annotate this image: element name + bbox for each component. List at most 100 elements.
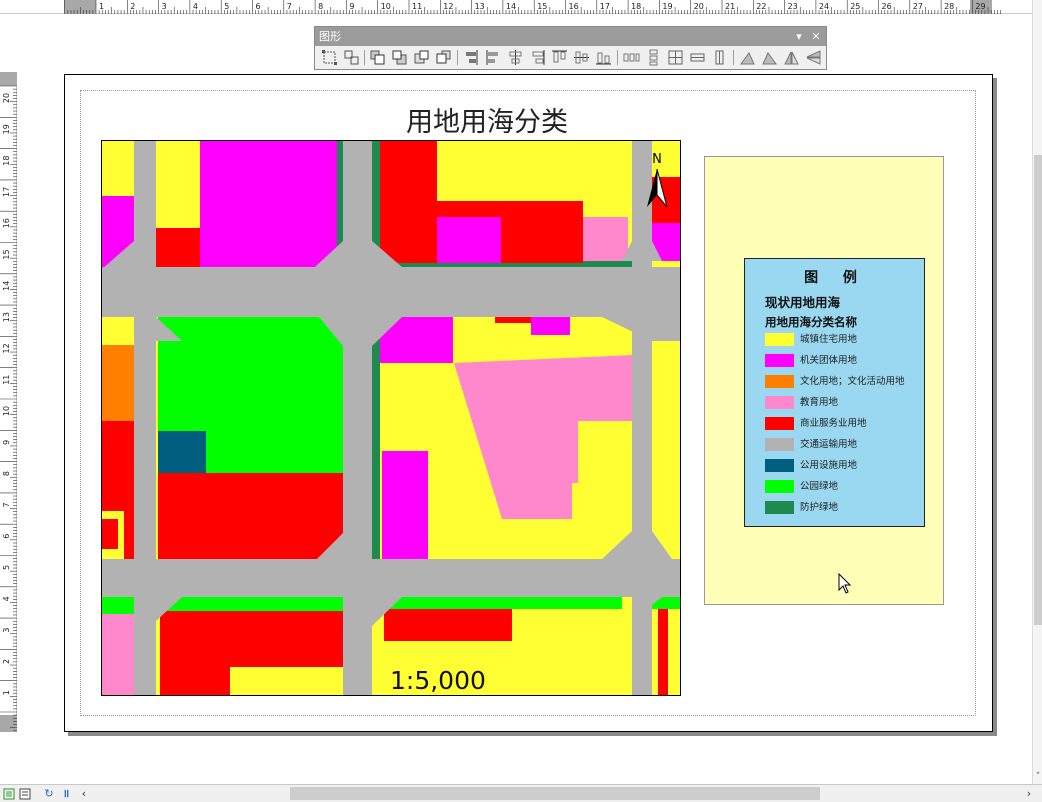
legend-item: 文化用地；文化活动用地 [765, 375, 925, 389]
vertical-scroll-thumb[interactable] [1034, 155, 1042, 625]
rotate-right-icon[interactable] [761, 49, 778, 66]
toolbar-separator [733, 50, 734, 65]
ruler-label: 3 [2, 628, 11, 633]
map-commercial-parcel [156, 228, 201, 270]
pause-icon[interactable]: ॥ [59, 787, 73, 801]
map-commercial-parcel [384, 609, 512, 641]
north-arrow[interactable]: N [645, 151, 669, 211]
legend-swatch [765, 417, 794, 430]
toolbar-title[interactable]: 图形 [315, 27, 826, 46]
map-protective-green [372, 307, 380, 577]
distribute-vertical-icon[interactable] [645, 49, 662, 66]
ruler-label: 27 [913, 2, 923, 11]
scroll-right-icon[interactable]: › [1022, 787, 1036, 801]
ruler-label: 14 [2, 281, 11, 291]
ruler-label: 6 [2, 534, 11, 539]
ruler-label: 18 [2, 156, 11, 166]
align-top-icon[interactable] [551, 49, 568, 66]
map-government-parcel [437, 217, 501, 263]
graphics-toolbar[interactable]: 图形 ▾ ✕ [314, 26, 827, 70]
refresh-icon[interactable]: ↻ [42, 787, 56, 801]
ruler-label: 10 [381, 2, 391, 11]
map-government-parcel [382, 451, 428, 563]
map-frame[interactable] [101, 140, 681, 696]
ruler-label: 17 [600, 2, 610, 11]
ruler-label: 15 [2, 249, 11, 259]
layout-window: 1 2 3 4 5 6 7 8 9 10 11 12 13 14 15 16 17 18 19 20 21 22 23 24 2… [0, 0, 1042, 802]
bring-forward-icon[interactable] [413, 49, 430, 66]
ruler-label: 7 [287, 2, 292, 11]
data-view-icon[interactable] [18, 787, 32, 801]
legend-item-label: 文化用地；文化活动用地 [800, 376, 905, 387]
layout-view-icon[interactable] [2, 787, 16, 801]
legend-swatch [765, 375, 794, 388]
group-icon[interactable] [321, 49, 338, 66]
grid-icon[interactable] [667, 49, 684, 66]
ruler-label: 10 [2, 406, 11, 416]
legend-swatch [765, 459, 794, 472]
chevron-down-icon[interactable]: ▾ [791, 27, 807, 46]
ruler-label: 1 [99, 2, 104, 11]
ruler-label: 16 [2, 218, 11, 228]
ruler-label: 17 [2, 187, 11, 197]
legend-item: 防护绿地 [765, 501, 925, 515]
scale-text[interactable]: 1:5,000 [390, 666, 486, 695]
align-middle-icon[interactable] [573, 49, 590, 66]
toolbar-separator [617, 50, 618, 65]
flip-vertical-icon[interactable] [805, 49, 822, 66]
bring-to-front-icon[interactable] [369, 49, 386, 66]
flip-horizontal-icon[interactable] [783, 49, 800, 66]
ruler-label: 14 [506, 2, 516, 11]
align-right-icon[interactable] [529, 49, 546, 66]
horizontal-scrollbar[interactable] [92, 787, 1022, 800]
ruler-label: 5 [224, 2, 229, 11]
ruler-label: 12 [443, 2, 453, 11]
send-to-back-icon[interactable] [391, 49, 408, 66]
map-road [134, 141, 156, 695]
ruler-label: 18 [631, 2, 641, 11]
land-use-map [102, 141, 680, 695]
size-width-icon[interactable] [689, 49, 706, 66]
legend[interactable]: 图 例 现状用地用海 用地用海分类名称 城镇住宅用地 机关团体用地 文化用地；文… [744, 258, 925, 527]
map-road [102, 559, 680, 597]
ruler-label: 11 [412, 2, 422, 11]
align-bottom-icon[interactable] [595, 49, 612, 66]
legend-item: 公园绿地 [765, 480, 925, 494]
ruler-label: 22 [756, 2, 766, 11]
vertical-scrollbar[interactable]: ˅ [1032, 0, 1042, 784]
distribute-horizontal-icon[interactable] [623, 49, 640, 66]
align-left-edge-icon[interactable] [485, 49, 502, 66]
send-backward-icon[interactable] [435, 49, 452, 66]
ruler-label: 24 [819, 2, 829, 11]
scroll-down-icon[interactable]: ˅ [1033, 772, 1042, 782]
toolbar-separator [364, 50, 365, 65]
legend-item-label: 教育用地 [800, 397, 839, 408]
legend-field-name: 用地用海分类名称 [765, 315, 857, 329]
ruler-label: 23 [788, 2, 798, 11]
ruler-label: 26 [882, 2, 892, 11]
legend-item-label: 公用设施用地 [800, 460, 858, 471]
ruler-label: 8 [2, 471, 11, 476]
ungroup-icon[interactable] [343, 49, 360, 66]
scroll-left-icon[interactable]: ‹ [77, 787, 91, 801]
rotate-left-icon[interactable] [739, 49, 756, 66]
map-cultural-parcel [102, 345, 134, 421]
map-title[interactable]: 用地用海分类 [300, 100, 674, 139]
ruler-label: 6 [256, 2, 261, 11]
legend-item-label: 商业服务业用地 [800, 418, 867, 429]
map-government-parcel [200, 141, 337, 267]
ruler-label: 7 [2, 502, 11, 507]
ruler-label: 12 [2, 343, 11, 353]
align-left-icon[interactable] [463, 49, 480, 66]
horizontal-scroll-thumb[interactable] [290, 787, 820, 800]
ruler-label: 4 [193, 2, 198, 11]
close-icon[interactable]: ✕ [808, 27, 824, 46]
legend-title: 图 例 [804, 270, 867, 286]
toolbar-icons [317, 48, 825, 68]
size-height-icon[interactable] [711, 49, 728, 66]
legend-swatch [765, 354, 794, 367]
ruler-label: 1 [2, 690, 11, 695]
ruler-label: 13 [475, 2, 485, 11]
align-center-icon[interactable] [507, 49, 524, 66]
map-commercial-parcel [158, 473, 347, 567]
